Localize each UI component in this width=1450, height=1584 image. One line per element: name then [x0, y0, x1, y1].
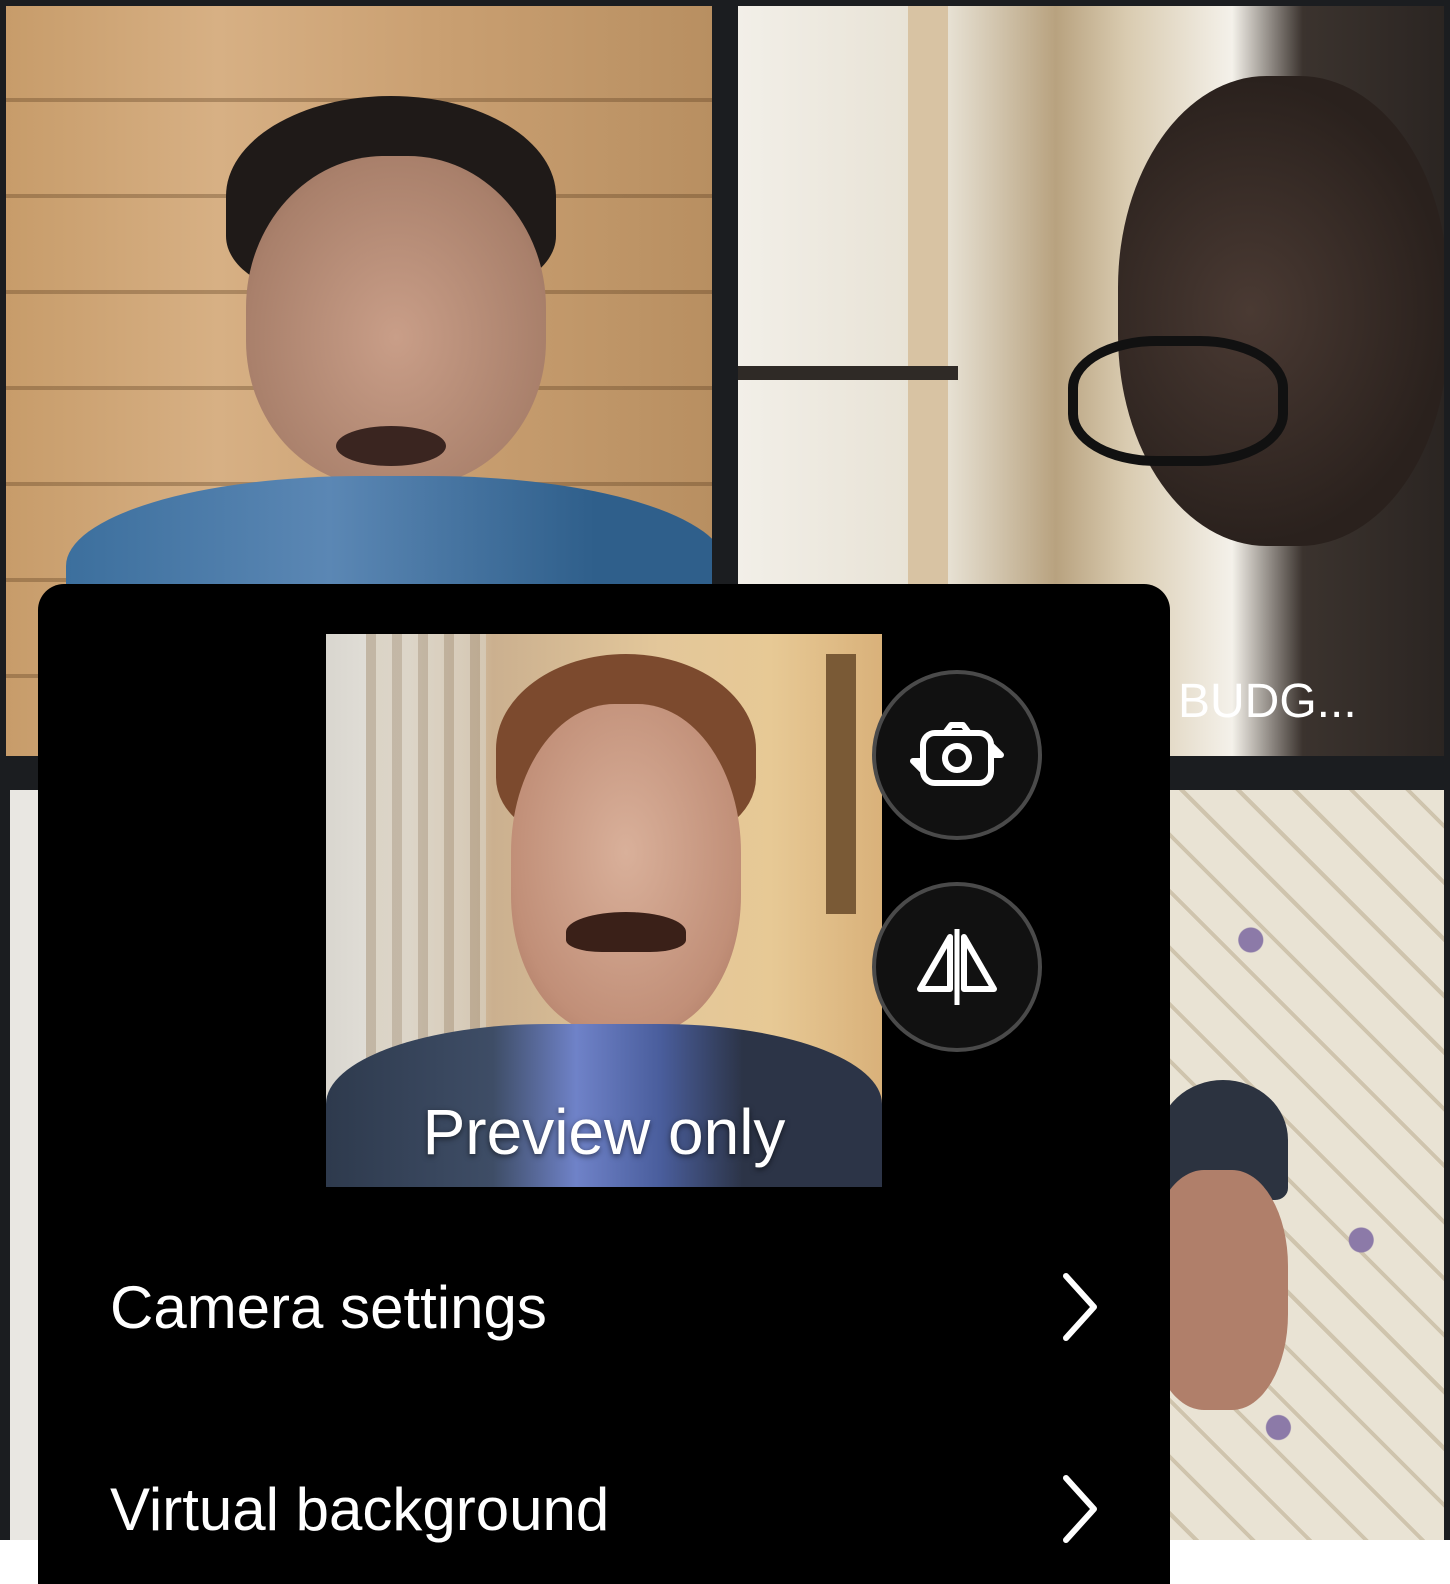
camera-preview: Preview only	[326, 634, 882, 1187]
menu-item-label: Camera settings	[110, 1273, 547, 1341]
participant-video	[1168, 790, 1444, 1540]
switch-camera-button[interactable]	[872, 670, 1042, 840]
chevron-right-icon	[1060, 1454, 1110, 1564]
mirror-icon	[917, 929, 997, 1005]
participant-tile-4[interactable]	[10, 790, 40, 1540]
menu-item-camera-settings[interactable]: Camera settings	[38, 1252, 1170, 1362]
menu-item-virtual-background[interactable]: Virtual background	[38, 1454, 1170, 1564]
mirror-video-button[interactable]	[872, 882, 1042, 1052]
participant-name: BUDG...	[1178, 675, 1357, 728]
camera-options-sheet: Preview only Camera settings Virtual bac…	[38, 584, 1170, 1584]
chevron-right-icon	[1060, 1252, 1110, 1362]
participant-video	[10, 790, 40, 1540]
participant-tile-3[interactable]	[1168, 790, 1444, 1540]
camera-flip-icon	[910, 722, 1004, 786]
menu-item-label: Virtual background	[110, 1475, 610, 1543]
preview-only-label: Preview only	[422, 1096, 786, 1168]
